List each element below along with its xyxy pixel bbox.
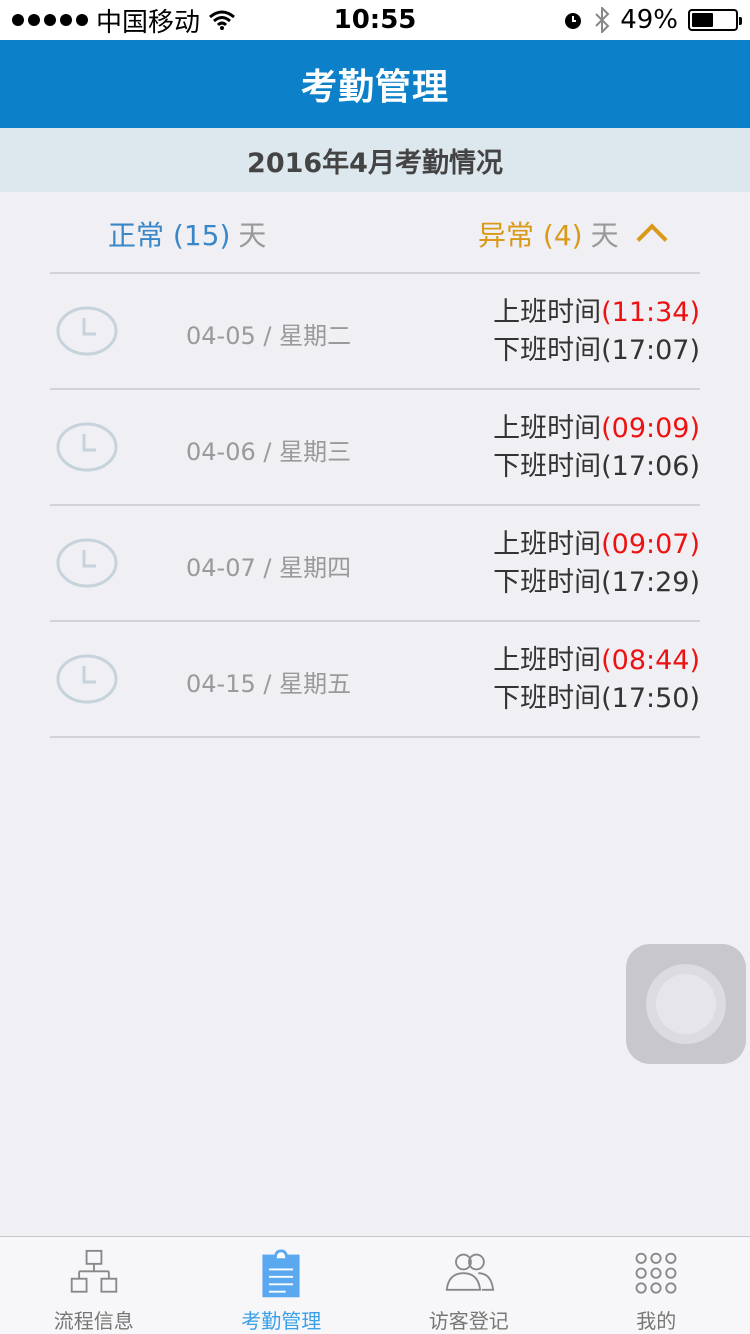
clock-in-time: (09:07) bbox=[601, 529, 700, 560]
month-banner: 2016年4月考勤情况 bbox=[0, 128, 750, 192]
status-left: 中国移动 bbox=[12, 2, 236, 39]
clock-icon bbox=[56, 422, 118, 472]
clock-in-label: 上班时间 bbox=[493, 529, 602, 560]
clock-in-line: 上班时间(09:09) bbox=[493, 410, 700, 448]
clock-out-line: 下班时间(17:06) bbox=[493, 451, 700, 482]
chevron-up-icon[interactable] bbox=[636, 223, 668, 255]
record-times: 上班时间(09:09) 下班时间(17:06) bbox=[493, 410, 700, 486]
attendance-summary: 正常 (15) 天 异常 (4) 天 bbox=[0, 192, 750, 272]
record-date: 04-05 / 星期二 bbox=[186, 322, 352, 350]
battery-icon bbox=[688, 9, 742, 31]
normal-days-label: 正常 (15) bbox=[108, 219, 231, 252]
clipboard-icon bbox=[262, 1249, 300, 1298]
list-item[interactable]: 04-06 / 星期三 上班时间(09:09) 下班时间(17:06) bbox=[50, 390, 700, 506]
clock-in-label: 上班时间 bbox=[493, 645, 602, 676]
carrier-name: 中国移动 bbox=[96, 7, 201, 38]
clock-icon bbox=[56, 306, 118, 356]
tab-mine[interactable]: 我的 bbox=[563, 1237, 750, 1334]
record-times: 上班时间(09:07) 下班时间(17:29) bbox=[493, 526, 700, 602]
tab-label: 我的 bbox=[636, 1309, 677, 1333]
page-title: 考勤管理 bbox=[300, 67, 449, 108]
clock-in-time: (08:44) bbox=[601, 645, 700, 676]
clock-in-time: (09:09) bbox=[601, 413, 700, 444]
tab-label: 考勤管理 bbox=[241, 1309, 322, 1333]
clock-in-line: 上班时间(09:07) bbox=[493, 526, 700, 564]
clock-in-line: 上班时间(08:44) bbox=[493, 642, 700, 680]
record-times: 上班时间(08:44) 下班时间(17:50) bbox=[493, 642, 700, 718]
tab-label: 访客登记 bbox=[428, 1309, 509, 1333]
list-item[interactable]: 04-07 / 星期四 上班时间(09:07) 下班时间(17:29) bbox=[50, 506, 700, 622]
attendance-list: 04-05 / 星期二 上班时间(11:34) 下班时间(17:07) 04-0… bbox=[50, 272, 700, 738]
abnormal-days-unit: 天 bbox=[590, 219, 619, 252]
visitors-icon bbox=[445, 1253, 494, 1291]
record-date: 04-06 / 星期三 bbox=[186, 438, 352, 466]
tab-process-info[interactable]: 流程信息 bbox=[0, 1237, 188, 1334]
list-item[interactable]: 04-15 / 星期五 上班时间(08:44) 下班时间(17:50) bbox=[50, 622, 700, 738]
normal-days-tab[interactable]: 正常 (15) 天 bbox=[108, 214, 266, 254]
assistive-touch-dot bbox=[656, 974, 716, 1034]
clock-in-line: 上班时间(11:34) bbox=[493, 294, 700, 332]
bluetooth-icon bbox=[595, 7, 610, 33]
clock-out-line: 下班时间(17:29) bbox=[493, 567, 700, 598]
clock-in-label: 上班时间 bbox=[493, 297, 602, 328]
alarm-icon bbox=[565, 13, 582, 29]
abnormal-days-label: 异常 (4) bbox=[478, 219, 583, 252]
wifi-icon bbox=[209, 10, 235, 30]
abnormal-days-tab[interactable]: 异常 (4) 天 bbox=[478, 214, 668, 255]
status-bar: 中国移动 10:55 49% bbox=[0, 0, 750, 40]
record-times: 上班时间(11:34) 下班时间(17:07) bbox=[493, 294, 700, 370]
normal-days-unit: 天 bbox=[238, 219, 267, 252]
list-item[interactable]: 04-05 / 星期二 上班时间(11:34) 下班时间(17:07) bbox=[50, 274, 700, 390]
org-chart-icon bbox=[70, 1249, 117, 1293]
grid-icon bbox=[635, 1252, 677, 1294]
record-date: 04-07 / 星期四 bbox=[186, 554, 352, 582]
assistive-touch-button[interactable] bbox=[626, 944, 746, 1064]
tab-label: 流程信息 bbox=[53, 1309, 134, 1333]
battery-percent: 49% bbox=[620, 5, 678, 35]
clock-icon bbox=[56, 538, 118, 588]
signal-strength-icon bbox=[12, 14, 88, 26]
month-title: 2016年4月考勤情况 bbox=[247, 147, 503, 179]
record-date: 04-15 / 星期五 bbox=[186, 670, 352, 698]
clock-in-time: (11:34) bbox=[601, 297, 700, 328]
tab-attendance[interactable]: 考勤管理 bbox=[188, 1237, 376, 1334]
tab-bar: 流程信息 考勤管理 访客登记 我的 bbox=[0, 1236, 750, 1334]
tab-visitor-registration[interactable]: 访客登记 bbox=[375, 1237, 563, 1334]
clock-out-line: 下班时间(17:07) bbox=[493, 335, 700, 366]
clock-out-line: 下班时间(17:50) bbox=[493, 683, 700, 714]
clock-in-label: 上班时间 bbox=[493, 413, 602, 444]
clock-icon bbox=[56, 654, 118, 704]
status-right: 49% bbox=[562, 5, 742, 35]
battery-level bbox=[692, 13, 713, 27]
nav-bar: 考勤管理 bbox=[0, 40, 750, 128]
